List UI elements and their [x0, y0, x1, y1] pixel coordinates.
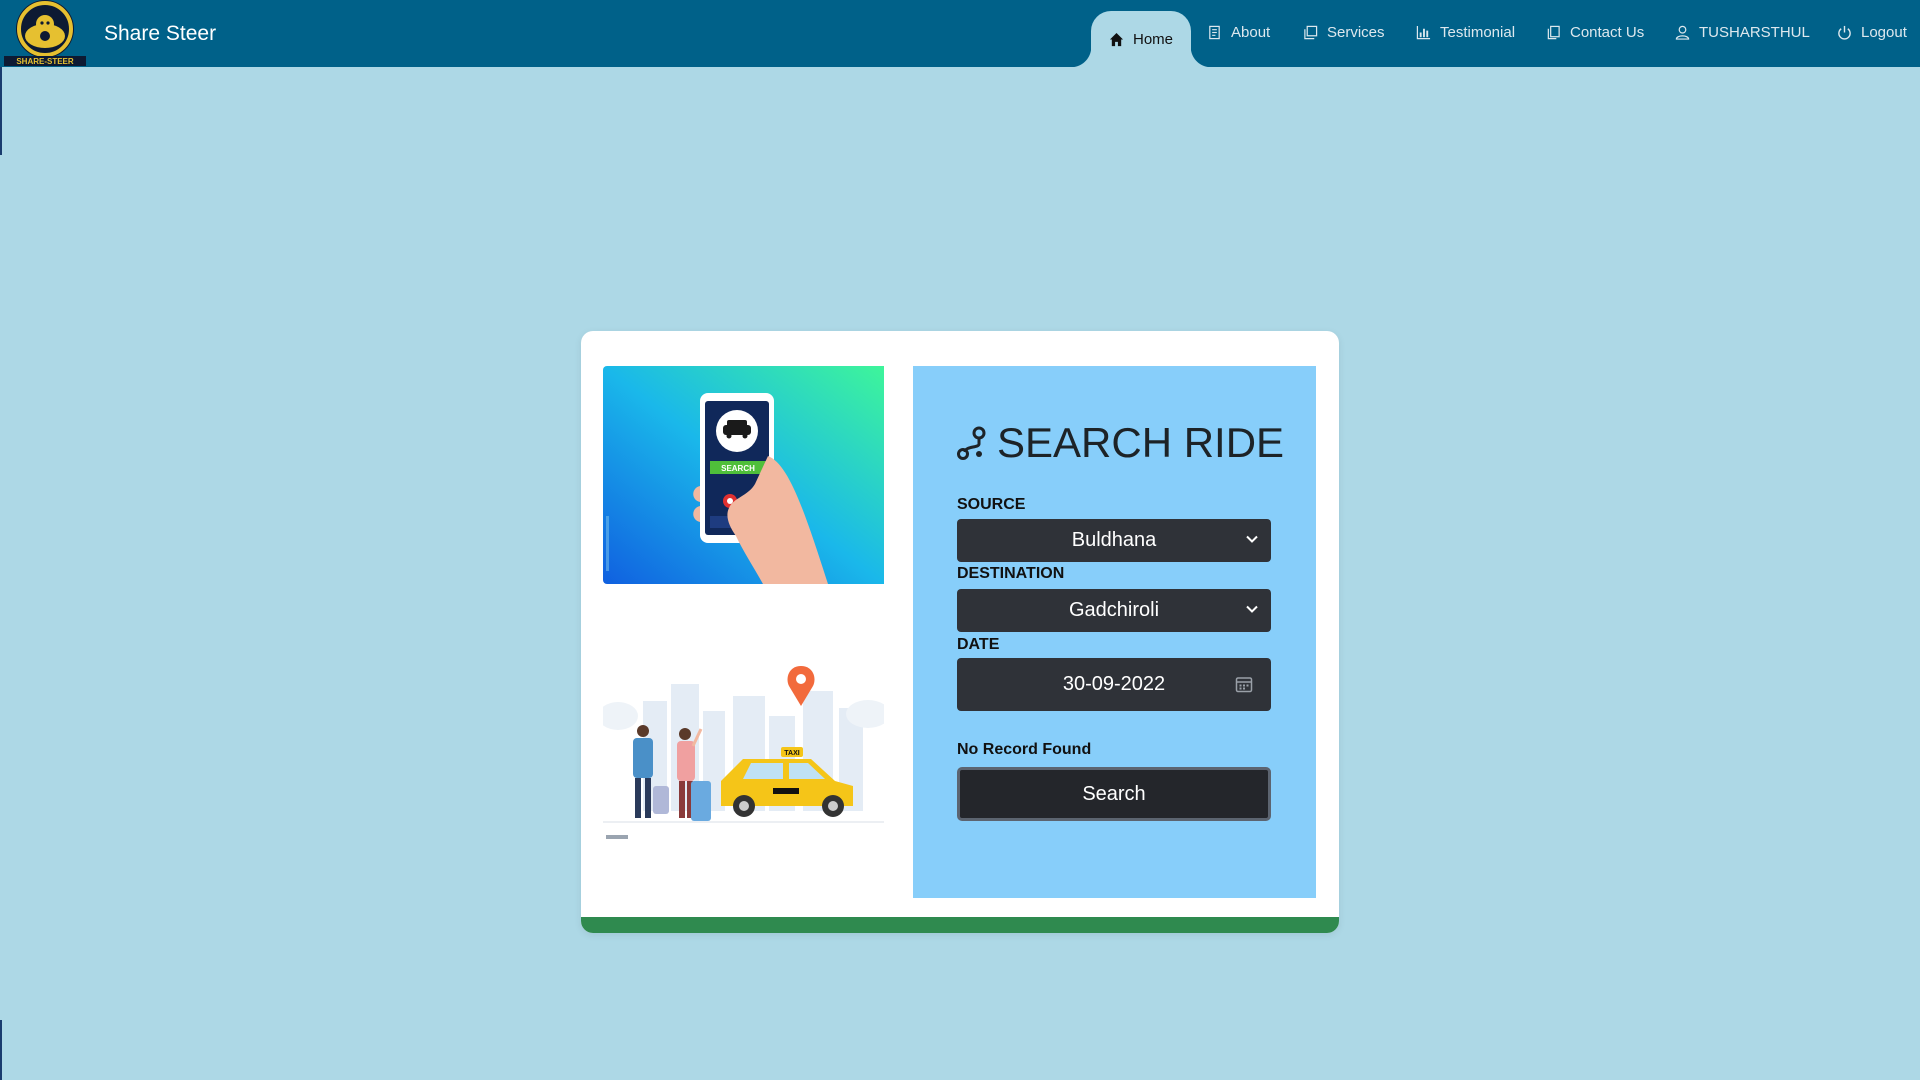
date-input[interactable]: 30-09-2022 [957, 658, 1271, 711]
search-ride-title: SEARCH RIDE [957, 418, 1284, 468]
nav-contact-us-label: Contact Us [1570, 23, 1645, 41]
date-label: DATE [957, 636, 1000, 653]
phone-search-illustration: SEARCH [603, 366, 884, 584]
search-ride-panel: SEARCH RIDE SOURCE Buldhana DESTINATION … [913, 366, 1316, 898]
phone-search-text: SEARCH [721, 464, 755, 473]
share-steer-logo[interactable]: SHARE-STEER [4, 0, 86, 66]
date-value: 30-09-2022 [1062, 673, 1166, 695]
home-icon [1109, 32, 1124, 46]
taxi-sign-text: TAXI [784, 750, 799, 757]
destination-value: Gadchiroli [1068, 599, 1160, 621]
left-edge-line-bottom [0, 1020, 2, 1080]
nav-about[interactable]: About [1207, 0, 1270, 64]
logo-text: SHARE-STEER [16, 57, 74, 66]
document-icon [1209, 25, 1220, 39]
nav-services[interactable]: Services [1303, 0, 1385, 64]
bar-chart-icon [1416, 25, 1431, 39]
nav-user-profile[interactable]: TUSHARSTHUL [1675, 0, 1810, 64]
copy-icon [1304, 25, 1318, 39]
card-bottom-accent [581, 917, 1339, 933]
destination-label: DESTINATION [957, 565, 1065, 582]
nav-contact-us[interactable]: Contact Us [1546, 0, 1644, 64]
source-select[interactable]: Buldhana [957, 519, 1271, 562]
nav-testimonial-label: Testimonial [1440, 23, 1516, 41]
nav-home-label: Home [1132, 30, 1173, 48]
source-value: Buldhana [1071, 529, 1157, 551]
destination-select[interactable]: Gadchiroli [957, 589, 1271, 632]
nav-user-label: TUSHARSTHUL [1699, 23, 1810, 41]
pages-icon [1547, 25, 1560, 39]
nav-about-label: About [1231, 23, 1271, 41]
left-edge-line [0, 67, 2, 155]
user-icon [1675, 25, 1690, 40]
search-ride-title-text: SEARCH RIDE [997, 419, 1285, 466]
nav-home[interactable]: Home [1071, 11, 1211, 67]
calendar-icon[interactable] [1235, 675, 1253, 693]
search-ride-card: SEARCH TAXI SEARCH RIDE SOURCE Buldhana … [581, 331, 1339, 933]
nav-testimonial[interactable]: Testimonial [1416, 0, 1515, 64]
nav-services-label: Services [1327, 23, 1385, 41]
route-icon [957, 426, 986, 460]
nav-logout-label: Logout [1861, 23, 1907, 41]
nav-logout[interactable]: Logout [1837, 0, 1907, 64]
chevron-down-icon [1246, 535, 1258, 543]
brand-name[interactable]: Share Steer [104, 0, 216, 67]
source-label: SOURCE [957, 496, 1026, 513]
power-icon [1838, 25, 1851, 40]
taxi-city-illustration: TAXI [603, 646, 884, 851]
top-navbar: SHARE-STEER Share Steer Home About Servi… [0, 0, 1920, 67]
chevron-down-icon [1246, 605, 1258, 613]
search-button[interactable]: Search [957, 767, 1271, 821]
no-record-status: No Record Found [957, 741, 1092, 758]
